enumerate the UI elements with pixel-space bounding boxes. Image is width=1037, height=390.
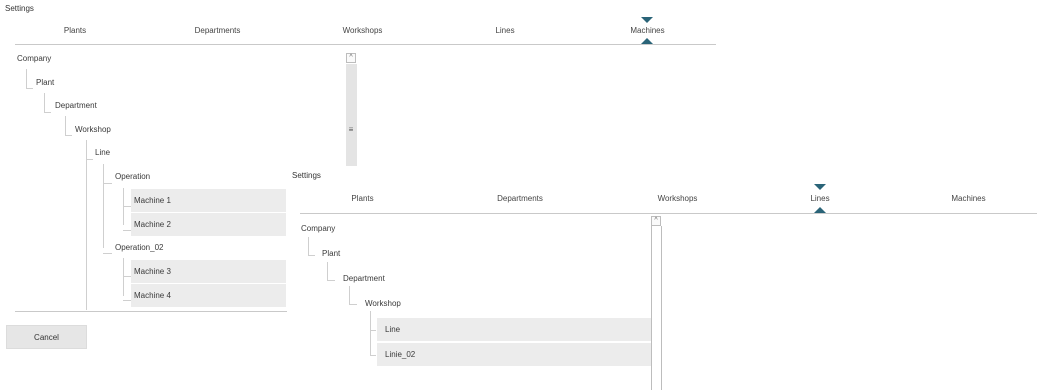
tree-bottom-border	[15, 311, 287, 312]
tree-node-label: Department	[55, 101, 97, 110]
scroll-up-icon[interactable]: ^	[346, 53, 356, 63]
tree-connector	[349, 304, 357, 305]
tree-scrollbar[interactable]: ^ ≡	[346, 53, 357, 167]
tab-plants[interactable]: Plants	[15, 17, 135, 44]
tree-connector	[103, 183, 112, 184]
active-tab-bottom-marker-icon	[641, 38, 653, 44]
tree-node-label: Plant	[36, 78, 55, 87]
tree-connector	[370, 311, 371, 355]
tree-node-line[interactable]: Line	[94, 141, 244, 164]
tab-workshops[interactable]: Workshops	[300, 17, 425, 44]
tree-connector	[123, 276, 131, 277]
tree-connector	[65, 116, 66, 135]
tree-node-label: Line	[95, 148, 111, 157]
cancel-button[interactable]: Cancel	[6, 325, 87, 349]
tree-connector	[44, 93, 45, 112]
tree-node-linie-02[interactable]: Linie_02	[377, 343, 652, 366]
tree-node-label: Machine 2	[134, 220, 171, 229]
tree-connector	[26, 69, 27, 88]
tree-node-department[interactable]: Department	[337, 267, 537, 290]
tree-connector	[26, 88, 33, 89]
tree-node-label: Machine 3	[134, 267, 171, 276]
tree-node-label: Operation	[115, 172, 151, 181]
tree-scrollbar[interactable]: ^	[651, 216, 662, 390]
tree-node-machine-1[interactable]: Machine 1	[131, 189, 286, 212]
scrollbar-thumb[interactable]	[346, 64, 357, 167]
tree-node-label: Plant	[322, 249, 341, 258]
tree-node-label: Machine 4	[134, 291, 171, 300]
tree-node-workshop[interactable]: Workshop	[73, 118, 273, 141]
panel-title: Settings	[5, 4, 34, 13]
tab-bar: Plants Departments Workshops Lines Machi…	[300, 184, 1037, 214]
tree-connector	[370, 330, 376, 331]
tree-connector	[103, 164, 104, 248]
tree-connector	[123, 230, 131, 231]
tree-node-plant[interactable]: Plant	[34, 71, 234, 94]
scroll-up-icon[interactable]: ^	[651, 216, 661, 226]
tree-node-label: Operation_02	[115, 243, 164, 252]
tab-departments[interactable]: Departments	[450, 184, 590, 213]
tree-node-company[interactable]: Company	[16, 47, 216, 70]
scrollbar-track-edge	[661, 226, 662, 390]
scrollbar-grip-icon: ≡	[348, 125, 354, 134]
tree-node-plant[interactable]: Plant	[318, 242, 518, 265]
tab-workshops[interactable]: Workshops	[610, 184, 745, 213]
tree-node-operation-02[interactable]: Operation_02	[113, 236, 283, 259]
tab-plants[interactable]: Plants	[300, 184, 425, 213]
settings-panel-lines: Settings Plants Departments Workshops Li…	[287, 166, 1037, 390]
tree-connector	[123, 300, 131, 301]
tree-node-machine-3[interactable]: Machine 3	[131, 260, 286, 283]
tree-connector	[123, 206, 131, 207]
tab-lines[interactable]: Lines	[445, 17, 565, 44]
tree-connector	[65, 135, 72, 136]
tree-node-label: Department	[343, 274, 385, 283]
active-tab-bottom-marker-icon	[814, 207, 826, 213]
tree-node-company[interactable]: Company	[300, 217, 500, 240]
tree-node-label: Line	[385, 325, 401, 334]
tree-connector	[86, 159, 93, 160]
tree-connector	[44, 112, 51, 113]
tree-node-label: Linie_02	[385, 350, 416, 359]
tab-bar: Plants Departments Workshops Lines Machi…	[15, 17, 716, 45]
panel-title: Settings	[292, 171, 321, 180]
tree-node-line[interactable]: Line	[377, 318, 652, 341]
tree-connector	[370, 355, 376, 356]
tree-node-machine-4[interactable]: Machine 4	[131, 284, 286, 307]
tree-node-operation[interactable]: Operation	[113, 165, 283, 188]
tree-node-label: Workshop	[75, 125, 111, 134]
tree-node-label: Workshop	[365, 299, 401, 308]
tree-connector	[103, 253, 112, 254]
tree-connector	[327, 280, 335, 281]
tree-node-label: Company	[17, 54, 52, 63]
scrollbar-track-edge	[651, 226, 652, 390]
tree-node-machine-2[interactable]: Machine 2	[131, 213, 286, 236]
active-tab-top-marker-icon	[641, 17, 653, 23]
tree-node-department[interactable]: Department	[53, 94, 253, 117]
tree-node-label: Company	[301, 224, 336, 233]
tree-connector	[86, 140, 87, 310]
tree-node-workshop[interactable]: Workshop	[359, 292, 559, 315]
tab-departments[interactable]: Departments	[155, 17, 280, 44]
tab-machines[interactable]: Machines	[900, 184, 1037, 213]
tree-connector	[123, 258, 124, 296]
tree-connector	[308, 255, 315, 256]
active-tab-top-marker-icon	[814, 184, 826, 190]
tree-node-label: Machine 1	[134, 196, 171, 205]
